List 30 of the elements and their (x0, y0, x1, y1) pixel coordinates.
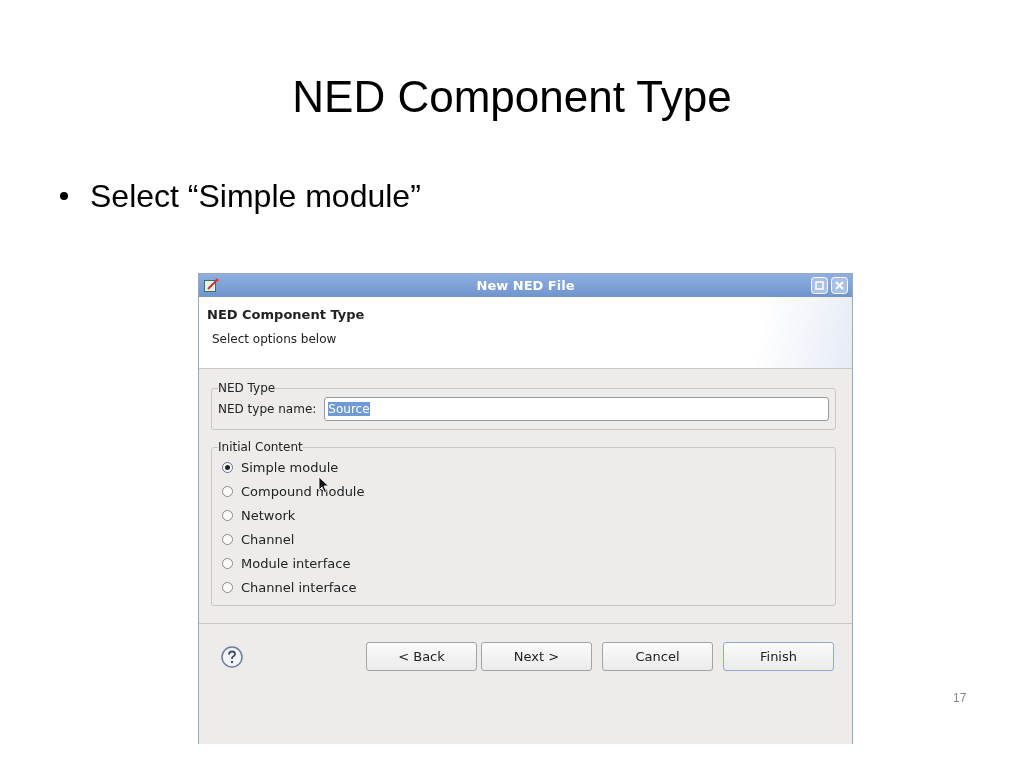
group-label: Initial Content (218, 440, 303, 454)
radio-button[interactable] (222, 582, 233, 593)
option-label[interactable]: Simple module (241, 460, 339, 475)
window-title: New NED File (476, 278, 575, 293)
page-title: NED Component Type (207, 307, 366, 322)
option-label[interactable]: Module interface (241, 556, 351, 571)
option-label[interactable]: Channel interface (241, 580, 357, 595)
dialog-button[interactable]: Finish (723, 642, 834, 671)
page-number: 17 (953, 691, 967, 705)
radio-button[interactable] (222, 486, 233, 497)
bullet-text: Select “Simple module” (90, 177, 421, 216)
radio-button[interactable] (222, 462, 233, 473)
dialog-button[interactable]: Next > (481, 642, 592, 671)
radio-button[interactable] (222, 558, 233, 569)
close-icon[interactable] (831, 277, 848, 294)
radio-button[interactable] (222, 534, 233, 545)
bullet-icon (60, 192, 68, 200)
group-label: NED Type (218, 381, 276, 395)
option-label[interactable]: Channel (241, 532, 295, 547)
dialog-button[interactable]: < Back (366, 642, 477, 671)
maximize-icon[interactable] (811, 277, 828, 294)
radio-button[interactable] (222, 510, 233, 521)
field-label: NED type name: (218, 402, 317, 416)
help-icon[interactable] (221, 645, 243, 668)
edit-icon (203, 277, 219, 294)
option-label[interactable]: Network (241, 508, 296, 523)
slide-title: NED Component Type (292, 71, 732, 123)
dialog-button[interactable]: Cancel (602, 642, 713, 671)
option-label[interactable]: Compound module (241, 484, 365, 499)
page-description: Select options below (212, 332, 338, 346)
